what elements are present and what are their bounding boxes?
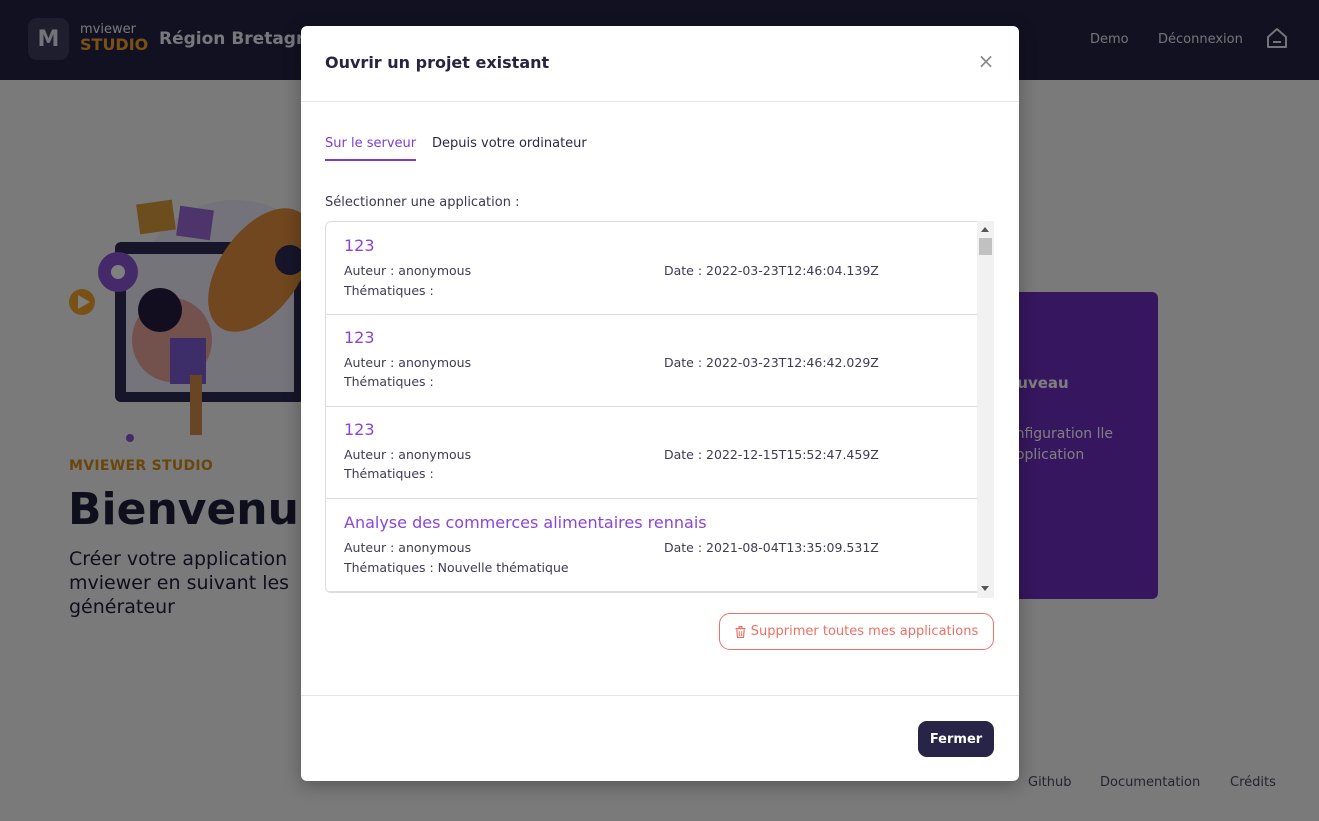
application-date: Date : 2022-03-23T12:46:04.139Z xyxy=(664,263,879,278)
application-name[interactable]: Analyse des commerces alimentaires renna… xyxy=(344,513,707,532)
application-name[interactable]: 123 xyxy=(344,420,375,439)
tab-computer[interactable]: Depuis votre ordinateur xyxy=(432,136,587,151)
application-list: 123 Auteur : anonymous Date : 2022-03-23… xyxy=(325,221,978,593)
application-date: Date : 2022-03-23T12:46:42.029Z xyxy=(664,355,879,370)
application-date: Date : 2021-08-04T13:35:09.531Z xyxy=(664,540,879,555)
application-date: Date : 2022-12-15T15:52:47.459Z xyxy=(664,447,879,462)
close-button[interactable]: Fermer xyxy=(918,721,994,757)
application-themes: Thématiques : Nouvelle thématique xyxy=(344,560,569,575)
trash-icon xyxy=(735,625,746,638)
list-item[interactable]: 123 Auteur : anonymous Date : 2022-03-23… xyxy=(326,314,977,407)
application-author: Auteur : anonymous xyxy=(344,263,472,278)
delete-all-applications-button[interactable]: Supprimer toutes mes applications xyxy=(719,613,994,650)
application-author: Auteur : anonymous xyxy=(344,540,472,555)
application-themes: Thématiques : xyxy=(344,283,434,298)
list-item[interactable]: Analyse des commerces alimentaires renna… xyxy=(326,499,977,592)
application-themes: Thématiques : xyxy=(344,374,434,389)
modal-title: Ouvrir un projet existant xyxy=(325,53,550,72)
application-author: Auteur : anonymous xyxy=(344,447,472,462)
list-scrollbar[interactable] xyxy=(977,221,994,598)
close-icon[interactable]: × xyxy=(977,51,995,71)
scroll-up-arrow-icon[interactable] xyxy=(981,227,989,232)
list-item[interactable]: 123 Auteur : anonymous Date : 2022-12-15… xyxy=(326,406,977,499)
select-application-label: Sélectionner une application : xyxy=(325,195,520,210)
application-name[interactable]: 123 xyxy=(344,236,375,255)
tab-server[interactable]: Sur le serveur xyxy=(325,136,417,161)
open-project-modal: Ouvrir un projet existant × Sur le serve… xyxy=(301,26,1019,781)
footer-divider xyxy=(301,695,1019,696)
application-author: Auteur : anonymous xyxy=(344,355,472,370)
modal-header: Ouvrir un projet existant × xyxy=(301,26,1019,102)
delete-all-label: Supprimer toutes mes applications xyxy=(750,624,979,639)
list-item[interactable]: 123 Auteur : anonymous Date : 2022-03-23… xyxy=(326,222,977,315)
scroll-down-arrow-icon[interactable] xyxy=(981,586,989,591)
scrollbar-thumb[interactable] xyxy=(979,238,992,255)
application-name[interactable]: 123 xyxy=(344,328,375,347)
application-themes: Thématiques : xyxy=(344,466,434,481)
